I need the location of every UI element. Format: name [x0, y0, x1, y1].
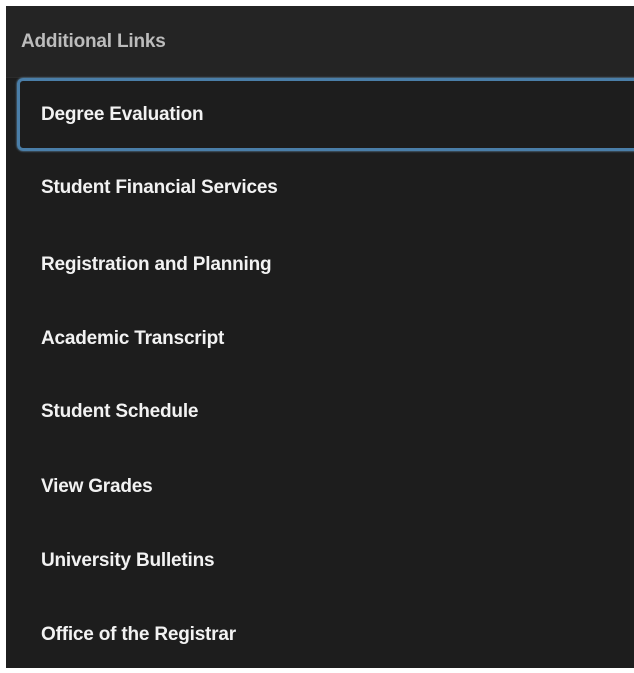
link-academic-transcript[interactable]: Academic Transcript	[17, 302, 634, 375]
link-label: Student Schedule	[41, 400, 199, 422]
panel-header: Additional Links	[6, 6, 634, 78]
link-label: Degree Evaluation	[41, 103, 204, 125]
link-label: View Grades	[41, 475, 153, 497]
link-label: Academic Transcript	[41, 327, 225, 349]
link-registration-and-planning[interactable]: Registration and Planning	[17, 228, 634, 301]
link-office-of-the-registrar[interactable]: Office of the Registrar	[17, 598, 634, 668]
link-label: Student Financial Services	[41, 176, 278, 198]
additional-links-panel: Additional Links Degree Evaluation Stude…	[6, 6, 634, 668]
link-student-schedule[interactable]: Student Schedule	[17, 375, 634, 448]
panel-title: Additional Links	[21, 30, 166, 52]
link-degree-evaluation[interactable]: Degree Evaluation	[17, 78, 634, 151]
link-view-grades[interactable]: View Grades	[17, 450, 634, 523]
link-student-financial-services[interactable]: Student Financial Services	[17, 151, 634, 224]
link-university-bulletins[interactable]: University Bulletins	[17, 524, 634, 597]
link-label: University Bulletins	[41, 549, 215, 571]
link-label: Registration and Planning	[41, 253, 272, 275]
link-label: Office of the Registrar	[41, 623, 236, 645]
